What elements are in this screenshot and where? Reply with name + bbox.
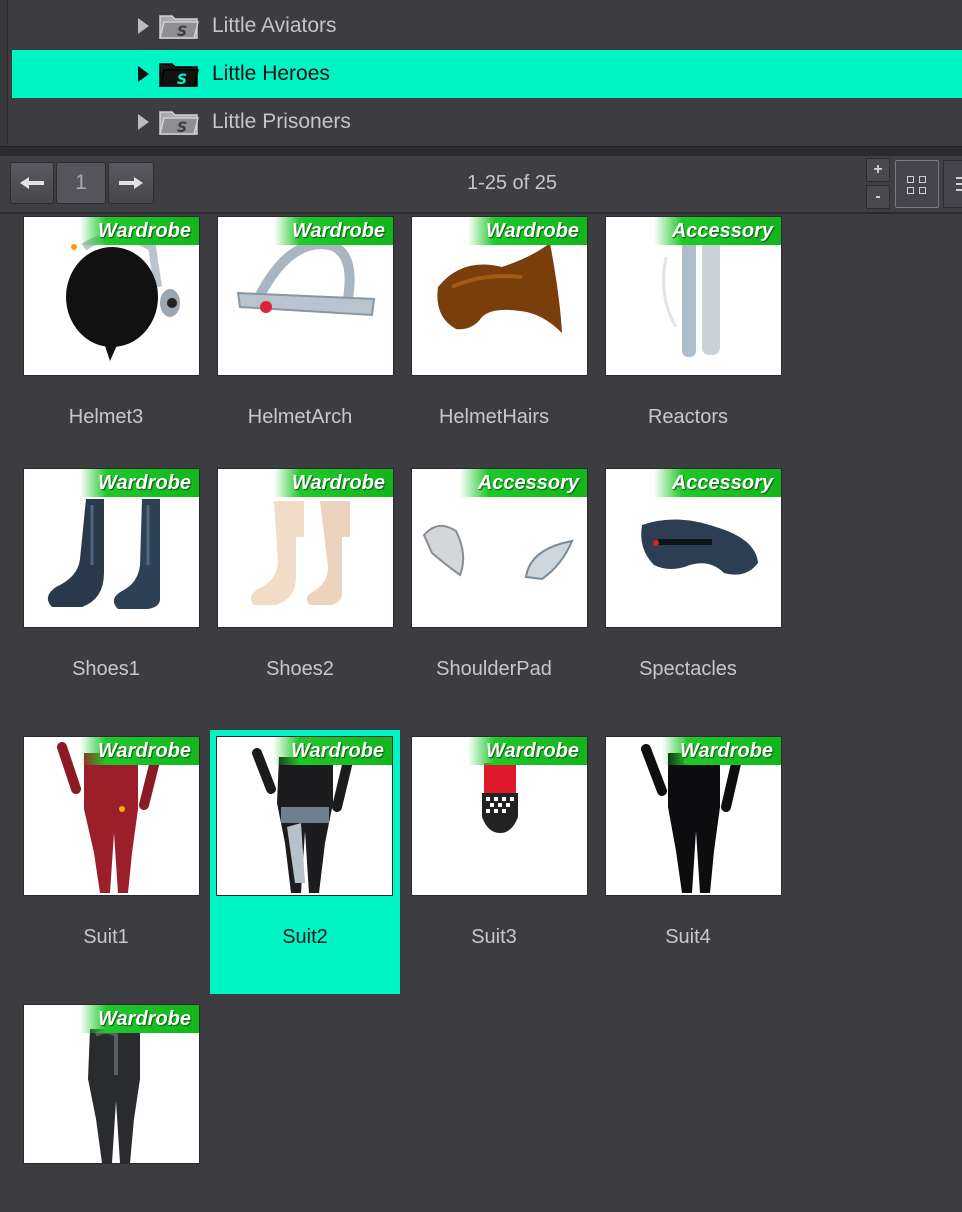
badge-wardrobe: Wardrobe	[80, 217, 199, 245]
content-tile-shoes2[interactable]: Wardrobe Shoes2	[205, 466, 395, 734]
results-count: 1-25 of 25	[466, 172, 558, 194]
tile-label: Suit1	[83, 926, 129, 948]
grid-view-button[interactable]	[895, 160, 939, 208]
tile-label: ShoulderPad	[436, 658, 552, 680]
pager-toolbar: 1 1-25 of 25 + -	[0, 156, 962, 214]
tree-item-label: Little Aviators	[212, 14, 337, 37]
thumbnail: Wardrobe	[23, 1004, 200, 1164]
tile-label: Reactors	[647, 406, 729, 428]
tree-item-little-prisoners[interactable]: S Little Prisoners	[12, 98, 962, 146]
tile-label: Spectacles	[639, 658, 737, 680]
badge-wardrobe: Wardrobe	[468, 217, 587, 245]
thumbnail: Wardrobe	[23, 736, 200, 896]
thumbnail: Wardrobe	[217, 468, 394, 628]
smart-folder-icon: S	[159, 63, 199, 88]
tree-gutter	[0, 0, 8, 148]
content-tile-helmetarch[interactable]: Wardrobe HelmetArch	[205, 216, 395, 482]
folder-tree: S Little Aviators S Little Heroes S Litt…	[0, 0, 962, 148]
tile-label: Helmet3	[68, 406, 144, 428]
tree-item-little-heroes[interactable]: S Little Heroes	[12, 50, 962, 98]
thumbnail: Wardrobe	[411, 736, 588, 896]
smart-folder-icon: S	[159, 15, 199, 40]
content-tile-helmethairs[interactable]: Wardrobe HelmetHairs	[399, 216, 589, 482]
thumbnail: Wardrobe	[411, 216, 588, 376]
thumbnail: Wardrobe	[23, 216, 200, 376]
badge-accessory: Accessory	[653, 469, 781, 497]
content-tile-helmet3[interactable]: Wardrobe Helmet3	[11, 216, 201, 482]
zoom-in-button[interactable]: +	[866, 158, 890, 182]
badge-wardrobe: Wardrobe	[274, 469, 393, 497]
thumbnail-size-control: + -	[866, 158, 890, 210]
content-library-panel: S Little Aviators S Little Heroes S Litt…	[0, 0, 962, 1212]
tile-label: HelmetArch	[247, 406, 353, 428]
expand-arrow-icon[interactable]	[138, 66, 149, 82]
tile-label: Suit2	[282, 926, 328, 948]
content-tile-shoulderpad[interactable]: Accessory ShoulderPad	[399, 466, 589, 734]
arrow-left-icon	[20, 177, 44, 189]
content-tile-reactors[interactable]: Accessory Reactors	[593, 216, 783, 482]
smart-folder-icon: S	[159, 111, 199, 136]
thumbnail: Wardrobe	[216, 736, 393, 896]
previous-page-button[interactable]	[10, 162, 54, 204]
tree-item-label: Little Prisoners	[212, 110, 351, 133]
content-tile-suit1[interactable]: Wardrobe Suit1	[11, 734, 201, 1002]
badge-wardrobe: Wardrobe	[468, 737, 587, 765]
thumbnail: Wardrobe	[23, 468, 200, 628]
badge-wardrobe: Wardrobe	[80, 737, 199, 765]
svg-text:S: S	[177, 120, 187, 136]
thumbnail: Wardrobe	[217, 216, 394, 376]
badge-accessory: Accessory	[653, 217, 781, 245]
badge-wardrobe: Wardrobe	[80, 1005, 199, 1033]
content-tile-suit4[interactable]: Wardrobe Suit4	[593, 734, 783, 1002]
tree-item-label: Little Heroes	[212, 62, 330, 85]
thumbnail: Accessory	[605, 468, 782, 628]
expand-arrow-icon[interactable]	[138, 18, 149, 34]
content-tile-shoes1[interactable]: Wardrobe Shoes1	[11, 466, 201, 734]
thumbnail: Accessory	[411, 468, 588, 628]
badge-accessory: Accessory	[459, 469, 587, 497]
list-view-button[interactable]	[943, 160, 962, 208]
content-tile-suit2[interactable]: Wardrobe Suit2	[210, 730, 400, 994]
content-tile-spectacles[interactable]: Accessory Spectacles	[593, 466, 783, 734]
thumbnail: Wardrobe	[605, 736, 782, 896]
expand-arrow-icon[interactable]	[138, 114, 149, 130]
tile-label: Suit4	[665, 926, 711, 948]
tile-label: Suit3	[471, 926, 517, 948]
content-grid: Wardrobe Helmet3 Wardrobe HelmetArch War…	[0, 216, 962, 1212]
badge-wardrobe: Wardrobe	[662, 737, 781, 765]
tree-item-little-aviators[interactable]: S Little Aviators	[12, 2, 962, 50]
svg-text:S: S	[177, 24, 187, 40]
zoom-out-button[interactable]: -	[866, 185, 890, 209]
next-page-button[interactable]	[108, 162, 154, 204]
badge-wardrobe: Wardrobe	[273, 737, 392, 765]
content-tile-suit5[interactable]: Wardrobe	[11, 1002, 201, 1212]
arrow-right-icon	[119, 177, 143, 189]
tile-label: Shoes1	[72, 658, 140, 680]
badge-wardrobe: Wardrobe	[80, 469, 199, 497]
tile-label: HelmetHairs	[438, 406, 550, 428]
thumbnail: Accessory	[605, 216, 782, 376]
pane-splitter[interactable]	[0, 146, 962, 156]
svg-text:S: S	[177, 72, 187, 88]
content-tile-suit3[interactable]: Wardrobe Suit3	[399, 734, 589, 1002]
current-page-field[interactable]: 1	[56, 162, 106, 204]
tile-label: Shoes2	[266, 658, 334, 680]
badge-wardrobe: Wardrobe	[274, 217, 393, 245]
